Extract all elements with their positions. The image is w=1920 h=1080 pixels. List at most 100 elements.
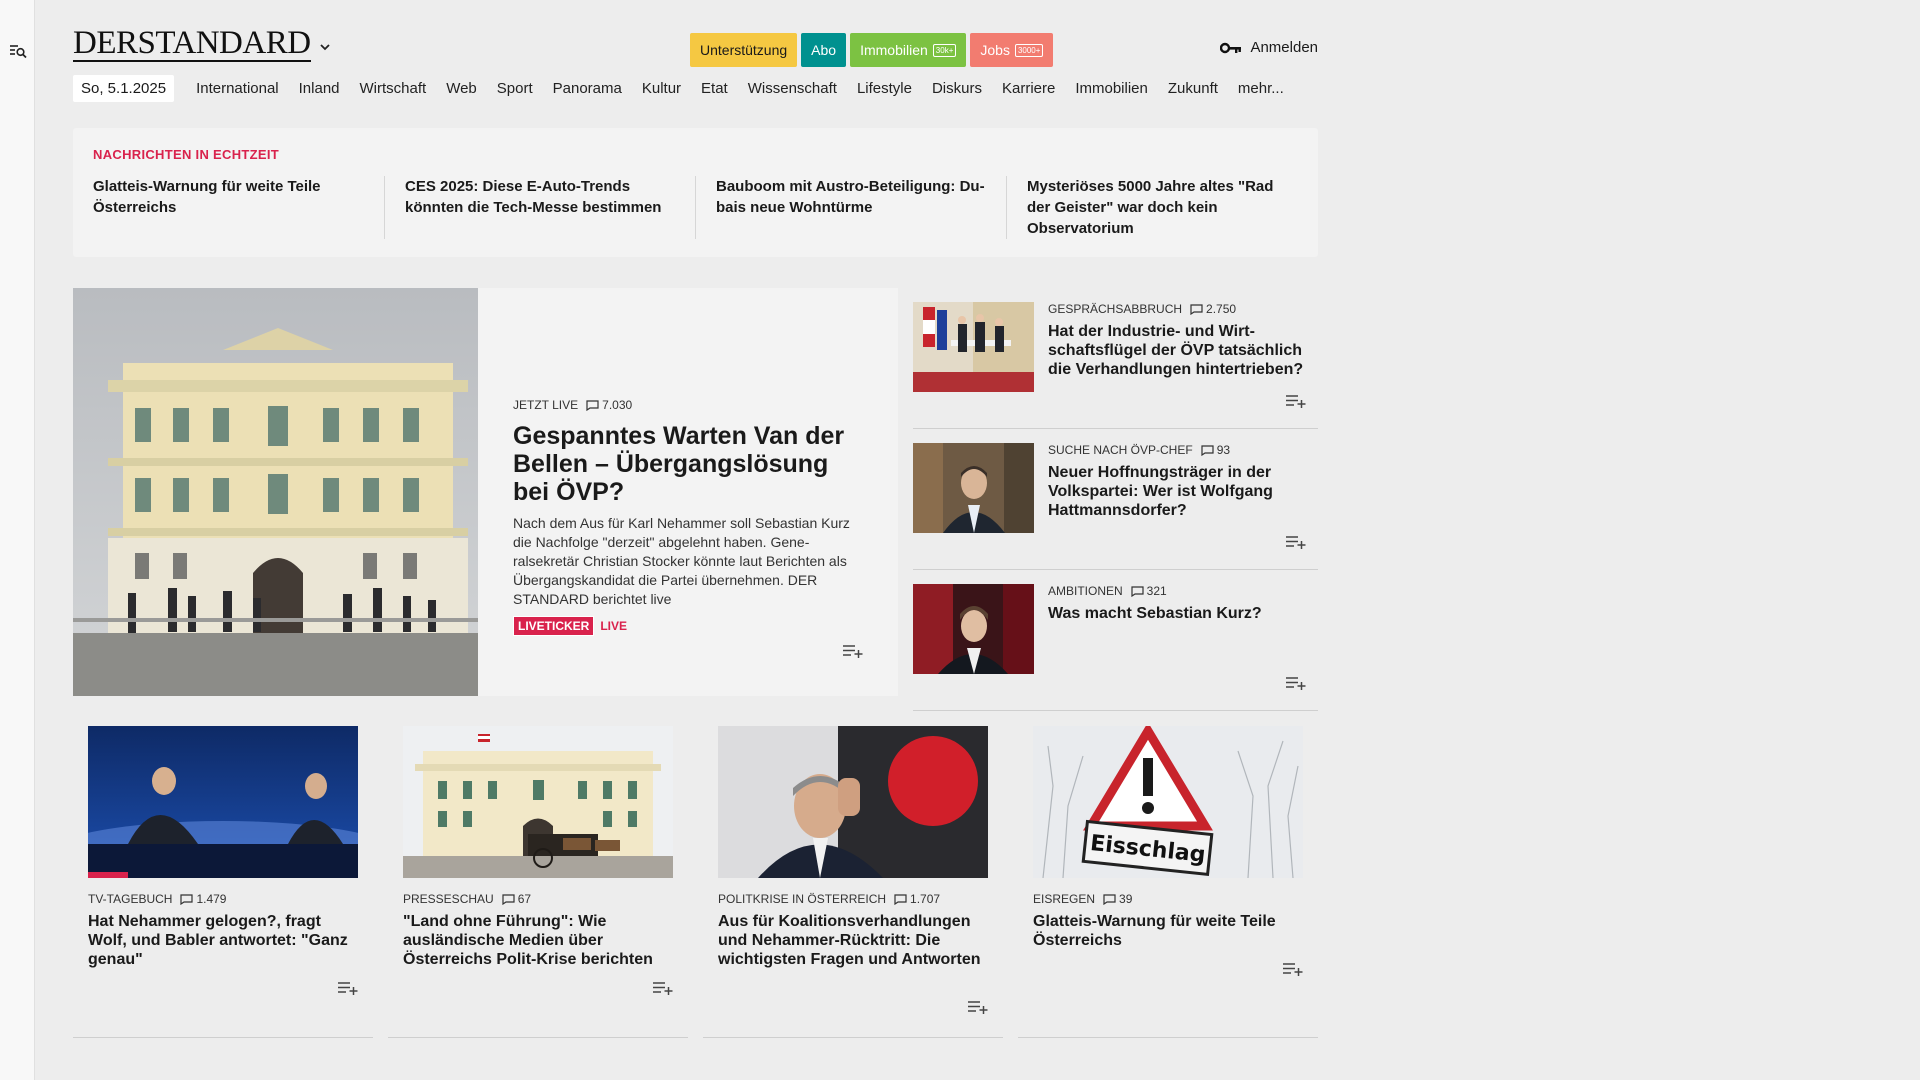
teaser-image[interactable] xyxy=(913,302,1034,392)
hero-image[interactable] xyxy=(73,288,478,696)
teaser-title[interactable]: Hat der Industrie- und Wirt­schaftsflüge… xyxy=(1048,322,1313,379)
teaser-kicker: POLITKRISE IN ÖSTERREICH 1.707 xyxy=(718,892,988,906)
teaser-title[interactable]: Glatteis-Warnung für weite Teile Österre… xyxy=(1033,912,1303,950)
nav-item-etat[interactable]: Etat xyxy=(691,80,738,97)
comment-count[interactable]: 39 xyxy=(1103,892,1132,906)
nav-item-wissenschaft[interactable]: Wissenschaft xyxy=(738,80,847,97)
comment-count-value: 1.707 xyxy=(910,892,941,906)
nav-item-more[interactable]: mehr... xyxy=(1228,80,1294,97)
support-label: Unterstützung xyxy=(700,42,788,58)
hero-teaser: JETZT LIVE 7.030 Gespanntes Warten Van d… xyxy=(73,288,898,696)
add-to-list-icon[interactable] xyxy=(1286,535,1306,549)
teaser-card: PRESSESCHAU 67 "Land ohne Führung": Wie … xyxy=(388,710,688,1038)
teaser-image[interactable] xyxy=(913,584,1034,674)
nav-item-sport[interactable]: Sport xyxy=(487,80,543,97)
immobilien-count-badge: 30k+ xyxy=(932,43,957,57)
teaser-title[interactable]: Aus für Koalitionsverhandlungen und Neha… xyxy=(718,912,988,969)
comment-icon xyxy=(502,893,515,905)
teaser-image[interactable] xyxy=(403,726,673,878)
comment-count[interactable]: 1.707 xyxy=(894,892,940,906)
teaser-kicker: SUCHE NACH ÖVP-CHEF 93 xyxy=(1048,443,1313,457)
hero-text: JETZT LIVE 7.030 Gespanntes Warten Van d… xyxy=(513,398,868,636)
site-logo[interactable]: DERSTANDARD xyxy=(73,26,311,62)
realtime-item[interactable]: Mysteriöses 5000 Jahre altes "Rad der Ge… xyxy=(1006,176,1317,239)
teaser-text: PRESSESCHAU 67 "Land ohne Führung": Wie … xyxy=(403,892,673,969)
side-teaser-list: GESPRÄCHSABBRUCH 2.750 Hat der Industrie… xyxy=(913,288,1318,711)
teaser-image[interactable]: Eisschlag xyxy=(1033,726,1303,878)
comment-count[interactable]: 7.030 xyxy=(586,398,632,412)
abo-button[interactable]: Abo xyxy=(801,33,847,67)
teaser-image[interactable] xyxy=(718,726,988,878)
comment-count[interactable]: 67 xyxy=(502,892,531,906)
comment-count-value: 2.750 xyxy=(1206,302,1237,316)
teaser-card: Eisschlag EISREGEN 39 Glatteis-Warnung f… xyxy=(1018,710,1318,1038)
nav-item-inland[interactable]: Inland xyxy=(289,80,350,97)
immobilien-button[interactable]: Immobilien 30k+ xyxy=(850,33,967,67)
teaser-card: TV-TAGEBUCH 1.479 Hat Nehammer gelogen?,… xyxy=(73,710,373,1038)
teaser-kicker-label: TV-TAGEBUCH xyxy=(88,892,173,906)
hero-tags: LIVETICKER LIVE xyxy=(513,616,868,636)
teaser-image[interactable] xyxy=(88,726,358,878)
realtime-item[interactable]: Glatteis-Warnung für weite Teile Österre… xyxy=(93,176,384,239)
add-to-list-icon[interactable] xyxy=(653,981,673,995)
page-wrapper: DERSTANDARD Unterstützung Abo Immobilien… xyxy=(73,0,1318,1038)
teaser-kicker-label: SUCHE NACH ÖVP-CHEF xyxy=(1048,443,1193,457)
comment-icon xyxy=(1131,585,1144,597)
comment-count[interactable]: 93 xyxy=(1201,443,1230,457)
nav-item-lifestyle[interactable]: Lifestyle xyxy=(847,80,922,97)
add-to-list-icon[interactable] xyxy=(338,981,358,995)
comment-count[interactable]: 321 xyxy=(1131,584,1167,598)
jobs-label: Jobs xyxy=(980,42,1010,58)
nav-item-zukunft[interactable]: Zukunft xyxy=(1158,80,1228,97)
nav-item-diskurs[interactable]: Diskurs xyxy=(922,80,992,97)
nav-item-international[interactable]: International xyxy=(186,80,289,97)
teaser-row: TV-TAGEBUCH 1.479 Hat Nehammer gelogen?,… xyxy=(73,710,1318,1038)
comment-count[interactable]: 2.750 xyxy=(1190,302,1236,316)
jobs-button[interactable]: Jobs 3000+ xyxy=(970,33,1054,67)
realtime-news-box: NACHRICHTEN IN ECHTZEIT Glatteis-Warnung… xyxy=(73,128,1318,257)
login-label: Anmelden xyxy=(1250,39,1318,56)
jobs-count-badge: 3000+ xyxy=(1014,43,1044,57)
current-date: So, 5.1.2025 xyxy=(73,74,175,102)
comment-icon xyxy=(1103,893,1116,905)
comment-icon xyxy=(586,399,599,411)
comment-count-value: 1.479 xyxy=(196,892,227,906)
nav-item-panorama[interactable]: Panorama xyxy=(543,80,632,97)
teaser-kicker-label: AMBITIONEN xyxy=(1048,584,1123,598)
add-to-list-icon[interactable] xyxy=(1283,962,1303,976)
login-button[interactable]: Anmelden xyxy=(1220,39,1318,56)
add-to-list-icon[interactable] xyxy=(1286,394,1306,408)
comment-count-value: 67 xyxy=(517,892,532,906)
teaser-kicker: TV-TAGEBUCH 1.479 xyxy=(88,892,358,906)
teaser-image[interactable] xyxy=(913,443,1034,533)
nav-item-kultur[interactable]: Kultur xyxy=(632,80,691,97)
support-button[interactable]: Unterstützung xyxy=(690,33,798,67)
nav-item-wirtschaft[interactable]: Wirtschaft xyxy=(350,80,437,97)
comment-count-value: 7.030 xyxy=(602,398,633,412)
left-rail xyxy=(0,0,35,1080)
add-to-list-icon[interactable] xyxy=(1286,676,1306,690)
liveticker-badge: LIVETICKER xyxy=(513,616,595,636)
teaser-title[interactable]: "Land ohne Führung": Wie ausländische Me… xyxy=(403,912,673,969)
teaser-kicker: GESPRÄCHSABBRUCH 2.750 xyxy=(1048,302,1313,316)
comment-count-value: 321 xyxy=(1146,584,1167,598)
add-to-list-icon[interactable] xyxy=(968,1000,988,1014)
menu-search-icon[interactable] xyxy=(9,42,27,60)
nav-item-web[interactable]: Web xyxy=(436,80,487,97)
teaser-text: GESPRÄCHSABBRUCH 2.750 Hat der Industrie… xyxy=(1048,302,1313,379)
realtime-item[interactable]: CES 2025: Diese E-Auto-Trends könn­ten d… xyxy=(384,176,695,239)
nav-item-immobilien[interactable]: Immobilien xyxy=(1065,80,1158,97)
comment-count[interactable]: 1.479 xyxy=(180,892,226,906)
hero-title[interactable]: Gespanntes Warten Van der Bellen – Überg… xyxy=(513,422,868,506)
add-to-list-icon[interactable] xyxy=(843,644,863,658)
nav-item-karriere[interactable]: Karriere xyxy=(992,80,1065,97)
list-item: SUCHE NACH ÖVP-CHEF 93 Neuer Hoffnungstr… xyxy=(913,429,1318,570)
teaser-title[interactable]: Neuer Hoffnungsträger in der Volkspartei… xyxy=(1048,463,1313,520)
list-item: AMBITIONEN 321 Was macht Sebastian Kurz? xyxy=(913,570,1318,711)
teaser-text: SUCHE NACH ÖVP-CHEF 93 Neuer Hoffnungstr… xyxy=(1048,443,1313,520)
chevron-down-icon[interactable] xyxy=(318,40,332,54)
realtime-item[interactable]: Bauboom mit Austro-Beteiligung: Du­bais … xyxy=(695,176,1006,239)
live-badge: LIVE xyxy=(600,619,628,633)
teaser-title[interactable]: Was macht Sebastian Kurz? xyxy=(1048,604,1313,623)
teaser-title[interactable]: Hat Nehammer gelogen?, fragt Wolf, und B… xyxy=(88,912,358,969)
